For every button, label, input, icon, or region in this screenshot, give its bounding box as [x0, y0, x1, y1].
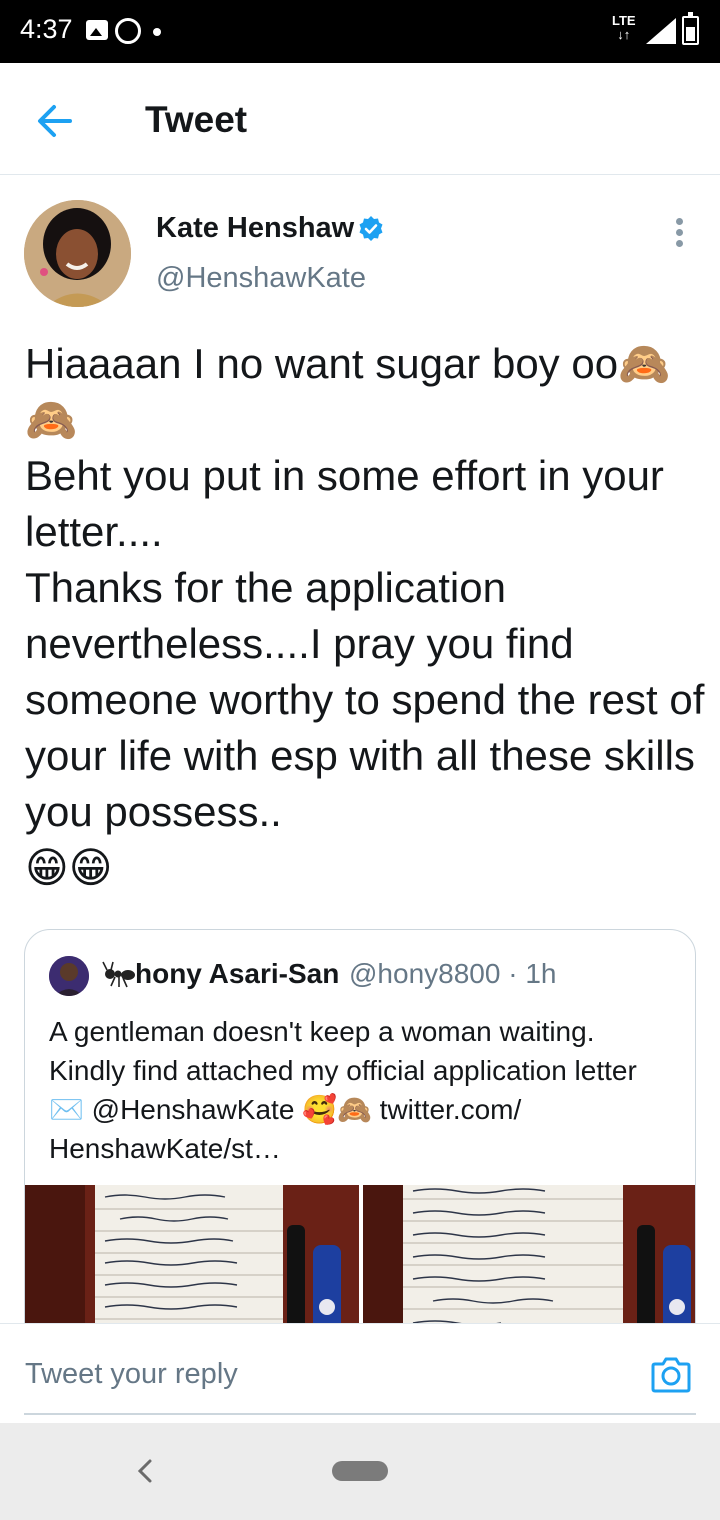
author-handle[interactable]: @HenshawKate	[156, 262, 366, 295]
gallery-icon	[86, 20, 108, 40]
system-nav-bar	[0, 1423, 720, 1520]
author-name[interactable]: Kate Henshaw	[156, 212, 354, 245]
network-type: LTE ↓↑	[612, 13, 636, 42]
page-title: Tweet	[145, 99, 248, 140]
nav-home-pill[interactable]	[332, 1461, 388, 1481]
verified-badge-icon	[359, 216, 383, 241]
reply-bar: Tweet your reply	[0, 1323, 720, 1423]
notification-dot-icon	[153, 28, 161, 36]
tweet-text: Hiaaaan I no want sugar boy oo🙈 🙈 Beht y…	[25, 340, 705, 891]
whatsapp-icon	[115, 18, 141, 44]
nav-back-icon[interactable]	[130, 1453, 160, 1489]
status-bar: 4:37 LTE ↓↑	[0, 0, 720, 63]
quoted-author-handle: @hony8800 · 1h	[349, 958, 557, 989]
quoted-tweet-text: A gentleman doesn't keep a woman waiting…	[49, 1016, 637, 1164]
arrow-left-icon	[38, 105, 72, 137]
quoted-tweet[interactable]: hony Asari-San @hony8800 · 1h A gentlema…	[24, 929, 696, 1349]
back-button[interactable]	[30, 95, 82, 147]
reply-divider	[24, 1413, 696, 1415]
author-avatar[interactable]	[24, 200, 131, 307]
status-time: 4:37	[20, 14, 73, 44]
battery-icon	[682, 12, 699, 45]
quoted-author-avatar	[49, 956, 89, 996]
camera-icon[interactable]	[650, 1354, 692, 1394]
more-options-icon[interactable]	[664, 212, 694, 252]
quoted-author-name: hony Asari-San	[135, 958, 340, 989]
top-app-bar: Tweet	[0, 63, 720, 175]
reply-input[interactable]: Tweet your reply	[25, 1358, 238, 1391]
signal-icon	[646, 18, 676, 44]
ant-emoji-icon	[102, 961, 135, 988]
